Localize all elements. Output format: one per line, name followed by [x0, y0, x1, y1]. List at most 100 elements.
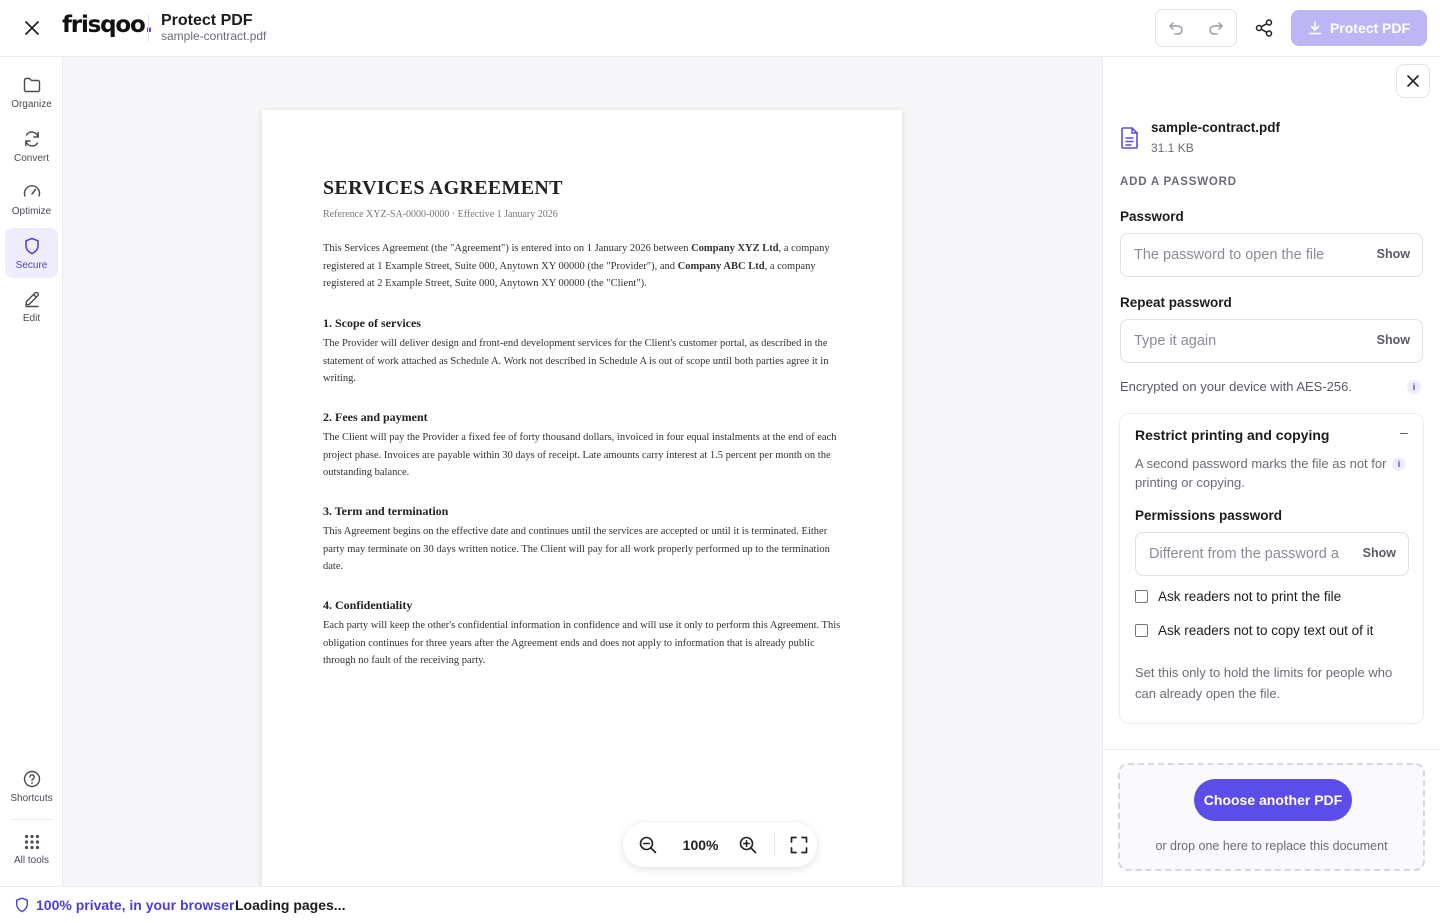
info-icon[interactable]: i: [1392, 457, 1406, 471]
sidebar-item-label: Shortcuts: [10, 792, 53, 804]
page-title: Protect PDF: [161, 12, 253, 29]
shield-icon: [24, 237, 39, 254]
drop-zone[interactable]: Choose another PDF or drop one here to r…: [1118, 763, 1425, 871]
close-icon[interactable]: [20, 16, 44, 40]
zoom-level[interactable]: 100%: [673, 837, 729, 853]
header-filename: sample-contract.pdf: [161, 29, 267, 43]
document-reference: Reference XYZ-SA-0000-0000 · Effective 1…: [323, 209, 558, 220]
no-print-checkbox-row[interactable]: Ask readers not to print the file: [1135, 589, 1341, 604]
download-icon: [1308, 21, 1322, 35]
shield-icon: [16, 897, 28, 913]
undo-redo-group: [1155, 9, 1237, 47]
no-copy-checkbox-row[interactable]: Ask readers not to copy text out of it: [1135, 623, 1373, 638]
zoom-toolbar: 100%: [623, 823, 817, 867]
pdf-page: SERVICES AGREEMENT Reference XYZ-SA-0000…: [262, 110, 902, 886]
panel-divider: [1103, 749, 1440, 750]
zoom-out-icon: [639, 836, 657, 854]
password-label: Password: [1120, 209, 1184, 224]
help-icon: [23, 770, 40, 787]
refresh-icon: [24, 130, 39, 147]
undo-button[interactable]: [1156, 10, 1196, 46]
close-icon: [1407, 75, 1419, 87]
protect-panel: sample-contract.pdf 31.1 KB ADD A PASSWO…: [1102, 57, 1440, 886]
show-permissions-button[interactable]: Show: [1363, 546, 1396, 560]
zoom-out-button[interactable]: [623, 835, 673, 855]
sidebar-divider: [10, 819, 53, 820]
gauge-icon: [23, 184, 40, 197]
section-body: This Agreement begins on the effective d…: [323, 526, 830, 573]
grid-icon: [24, 834, 39, 849]
sidebar-item-label: All tools: [13, 854, 49, 866]
fullscreen-icon: [790, 836, 808, 854]
document-intro: This Services Agreement (the "Agreement"…: [323, 243, 830, 290]
sidebar-item-label: Optimize: [11, 205, 52, 217]
zoom-divider: [774, 833, 776, 857]
permissions-password-field: Show: [1135, 532, 1409, 576]
panel-close-button[interactable]: [1396, 64, 1430, 98]
section-heading: 3. Term and termination: [323, 504, 449, 518]
drop-hint: or drop one here to replace this documen…: [1155, 839, 1388, 853]
no-copy-label: Ask readers not to copy text out of it: [1158, 623, 1374, 638]
no-copy-checkbox[interactable]: [1135, 624, 1148, 637]
sidebar-item-label: Organize: [11, 98, 52, 110]
section-heading: 1. Scope of services: [323, 316, 421, 330]
privacy-indicator: 100% private, in your browser: [15, 897, 234, 913]
sidebar-item-all-tools[interactable]: All tools: [5, 824, 58, 874]
sidebar-item-edit[interactable]: Edit: [5, 281, 58, 331]
file-name: sample-contract.pdf: [1151, 120, 1281, 135]
info-icon[interactable]: i: [1407, 380, 1421, 394]
no-print-label: Ask readers not to print the file: [1158, 589, 1342, 604]
sidebar-item-optimize[interactable]: Optimize: [5, 174, 58, 224]
sidebar-item-label: Secure: [15, 259, 48, 271]
sidebar-item-secure[interactable]: Secure: [5, 228, 58, 278]
show-password-button[interactable]: Show: [1377, 247, 1410, 261]
section-body: Each party will keep the other's confide…: [323, 620, 841, 667]
document-title: SERVICES AGREEMENT: [323, 177, 563, 199]
privacy-text: 100% private, in your browser: [36, 897, 235, 913]
section-body: The Client will pay the Provider a fixed…: [323, 432, 837, 479]
no-print-checkbox[interactable]: [1135, 590, 1148, 603]
sidebar-item-organize[interactable]: Organize: [5, 67, 58, 117]
restrict-title: Restrict printing and copying: [1135, 427, 1330, 443]
section-heading: 4. Confidentiality: [323, 598, 413, 612]
restrict-card: Restrict printing and copying – A second…: [1119, 413, 1424, 724]
file-document-icon: [1120, 126, 1140, 155]
repeat-password-input[interactable]: [1121, 320, 1361, 362]
loading-status: Loading pages...: [235, 897, 346, 913]
app-header: frisqoo. Protect PDF sample-contract.pdf…: [0, 0, 1440, 57]
protect-pdf-label: Protect PDF: [1329, 20, 1411, 36]
tool-sidebar: Organize Convert Optimize Secure Edit Sh…: [0, 57, 63, 886]
pen-icon: [24, 291, 39, 307]
zoom-in-button[interactable]: [728, 835, 768, 855]
share-icon: [1255, 19, 1273, 37]
status-bar: 100% private, in your browser Loading pa…: [0, 886, 1440, 923]
fullscreen-button[interactable]: [781, 835, 817, 855]
sidebar-item-convert[interactable]: Convert: [5, 121, 58, 171]
redo-icon: [1209, 22, 1223, 35]
encryption-note: Encrypted on your device with AES-256.: [1120, 379, 1352, 394]
section-heading: 2. Fees and payment: [323, 410, 428, 424]
password-input[interactable]: [1121, 234, 1361, 276]
repeat-password-label: Repeat password: [1120, 295, 1232, 310]
section-body: The Provider will deliver design and fro…: [323, 338, 829, 385]
protect-pdf-button[interactable]: Protect PDF: [1291, 10, 1427, 46]
sidebar-item-label: Edit: [22, 312, 41, 324]
section-heading: ADD A PASSWORD: [1120, 176, 1237, 188]
zoom-in-icon: [740, 836, 757, 854]
sidebar-item-label: Convert: [13, 152, 49, 164]
header-divider: [148, 14, 149, 42]
sidebar-item-shortcuts[interactable]: Shortcuts: [5, 761, 58, 811]
collapse-toggle[interactable]: –: [1400, 424, 1408, 440]
document-viewer[interactable]: SERVICES AGREEMENT Reference XYZ-SA-0000…: [63, 57, 1102, 886]
permissions-password-input[interactable]: [1136, 533, 1351, 575]
restrict-footnote: Set this only to hold the limits for peo…: [1135, 665, 1393, 701]
choose-another-pdf-button[interactable]: Choose another PDF: [1194, 779, 1352, 821]
share-button[interactable]: [1251, 15, 1277, 41]
folder-icon: [23, 77, 40, 92]
permissions-password-label: Permissions password: [1135, 508, 1283, 523]
file-size: 31.1 KB: [1151, 141, 1194, 155]
show-repeat-button[interactable]: Show: [1377, 333, 1410, 347]
app-logo[interactable]: frisqoo.: [62, 12, 153, 38]
restrict-description: A second password marks the file as not …: [1135, 456, 1387, 490]
redo-button[interactable]: [1196, 10, 1236, 46]
